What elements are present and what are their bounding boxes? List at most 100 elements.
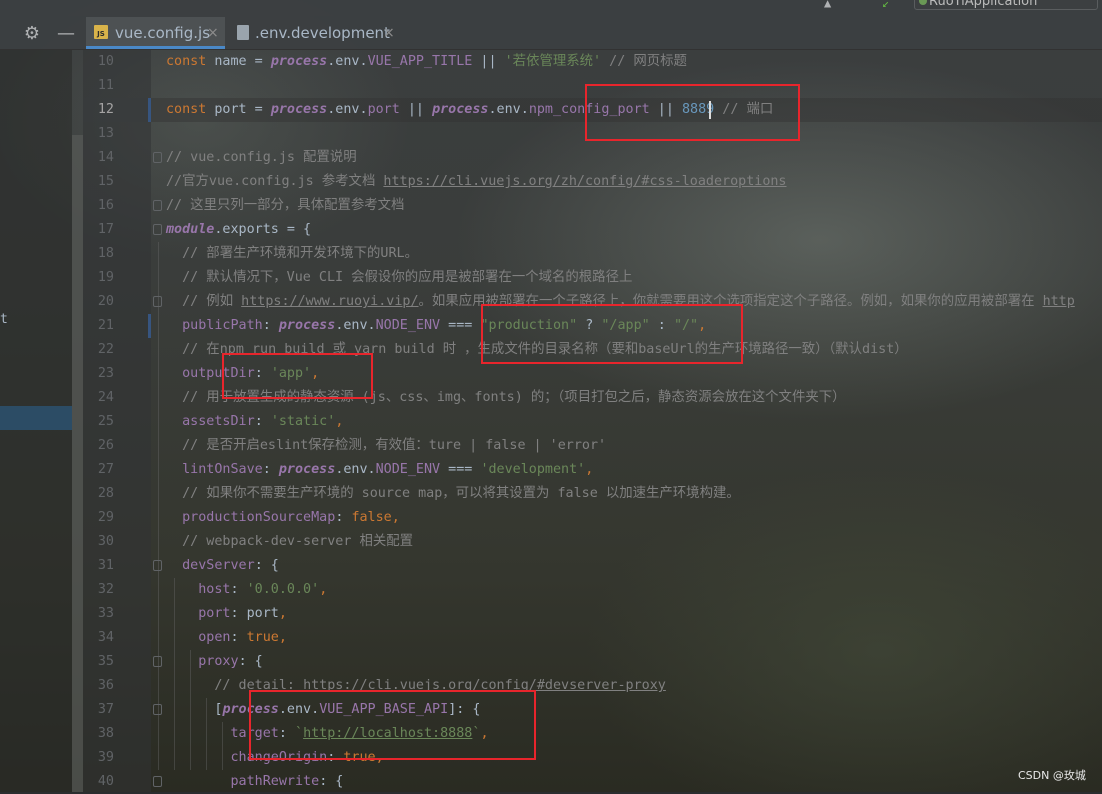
- line-number[interactable]: 25: [83, 410, 114, 434]
- code-line[interactable]: 18 // 部署生产环境和开发环境下的URL。: [83, 242, 1102, 266]
- line-number[interactable]: 38: [83, 722, 114, 746]
- tab-env-development[interactable]: .env.development ×: [227, 17, 399, 49]
- line-number[interactable]: 37: [83, 698, 114, 722]
- line-number[interactable]: 12: [83, 98, 114, 122]
- line-number[interactable]: 21: [83, 314, 114, 338]
- tab-vue-config-js[interactable]: JS vue.config.js ×: [86, 17, 225, 49]
- line-number[interactable]: 26: [83, 434, 114, 458]
- line-number[interactable]: 16: [83, 194, 114, 218]
- line-number[interactable]: 10: [83, 50, 114, 74]
- line-number[interactable]: 36: [83, 674, 114, 698]
- line-number[interactable]: 20: [83, 290, 114, 314]
- project-tree-scrollbar[interactable]: [72, 135, 83, 792]
- watermark-text: CSDN @玫城: [1018, 769, 1086, 782]
- code-line[interactable]: 32 host: '0.0.0.0',: [83, 578, 1102, 602]
- line-number[interactable]: 24: [83, 386, 114, 410]
- code-line[interactable]: 26 // 是否开启eslint保存检测，有效值：ture | false | …: [83, 434, 1102, 458]
- line-number[interactable]: 31: [83, 554, 114, 578]
- code-token: [: [166, 702, 223, 717]
- code-token: // 部署生产环境和开发环境下的URL。: [166, 246, 418, 261]
- vcs-update-icon[interactable]: ↙: [882, 0, 898, 10]
- line-number[interactable]: 17: [83, 218, 114, 242]
- line-number[interactable]: 27: [83, 458, 114, 482]
- highlight-box-output-dir: [222, 353, 373, 399]
- code-line[interactable]: 40 pathRewrite: {: [83, 770, 1102, 794]
- code-line[interactable]: 27 lintOnSave: process.env.NODE_ENV === …: [83, 458, 1102, 482]
- fold-toggle-icon[interactable]: [153, 152, 162, 163]
- line-number[interactable]: 34: [83, 626, 114, 650]
- code-token: // 是否开启eslint保存检测，有效值：ture | false | 'er…: [166, 438, 607, 453]
- code-text: //官方vue.config.js 参考文档 https://cli.vuejs…: [166, 170, 787, 194]
- fold-toggle-icon[interactable]: [153, 560, 162, 571]
- hide-panel-icon[interactable]: —: [56, 24, 76, 44]
- code-token: pathRewrite: [166, 774, 320, 789]
- code-line[interactable]: 16 // 这里只列一部分，具体配置参考文档: [83, 194, 1102, 218]
- code-line[interactable]: 30 // webpack-dev-server 相关配置: [83, 530, 1102, 554]
- code-text: // 这里只列一部分，具体配置参考文档: [166, 194, 404, 218]
- code-line[interactable]: 36 // detail: https://cli.vuejs.org/conf…: [83, 674, 1102, 698]
- settings-gear-icon[interactable]: ⚙: [22, 24, 42, 44]
- code-line[interactable]: 31 devServer: {: [83, 554, 1102, 578]
- line-number[interactable]: 29: [83, 506, 114, 530]
- code-token: ,: [335, 414, 344, 429]
- code-line[interactable]: 38 target: `http://localhost:8888`,: [83, 722, 1102, 746]
- line-number[interactable]: 11: [83, 74, 114, 98]
- code-line[interactable]: 33 port: port,: [83, 602, 1102, 626]
- code-line[interactable]: 35 proxy: {: [83, 650, 1102, 674]
- code-token: host: [166, 582, 231, 597]
- line-number[interactable]: 35: [83, 650, 114, 674]
- user-icon[interactable]: ▲: [824, 0, 840, 10]
- code-token: ||: [472, 54, 505, 69]
- fold-toggle-icon[interactable]: [153, 200, 162, 211]
- line-number[interactable]: 32: [83, 578, 114, 602]
- code-text: // 默认情况下，Vue CLI 会假设你的应用是被部署在一个域名的根路径上: [166, 266, 632, 290]
- code-line[interactable]: 34 open: true,: [83, 626, 1102, 650]
- code-token: ,: [319, 582, 328, 597]
- line-number[interactable]: 19: [83, 266, 114, 290]
- line-number[interactable]: 13: [83, 122, 114, 146]
- code-line[interactable]: 15 //官方vue.config.js 参考文档 https://cli.vue…: [83, 170, 1102, 194]
- run-configuration-selector[interactable]: RuoYiApplication: [914, 0, 1098, 10]
- code-token: https://cli.vuejs.org/zh/config/#css-loa…: [383, 174, 787, 189]
- line-number[interactable]: 30: [83, 530, 114, 554]
- line-number[interactable]: 18: [83, 242, 114, 266]
- code-line[interactable]: 39 changeOrigin: true,: [83, 746, 1102, 770]
- code-text: // 如果你不需要生产环境的 source map，可以将其设置为 false …: [166, 482, 740, 506]
- code-line[interactable]: 25 assetsDir: 'static',: [83, 410, 1102, 434]
- code-line[interactable]: 10 const name = process.env.VUE_APP_TITLE…: [83, 50, 1102, 74]
- code-token: http: [1042, 294, 1075, 309]
- fold-toggle-icon[interactable]: [153, 224, 162, 235]
- line-number[interactable]: 14: [83, 146, 114, 170]
- code-line[interactable]: 28 // 如果你不需要生产环境的 source map，可以将其设置为 fal…: [83, 482, 1102, 506]
- line-number[interactable]: 28: [83, 482, 114, 506]
- code-line[interactable]: 14 // vue.config.js 配置说明: [83, 146, 1102, 170]
- line-number[interactable]: 39: [83, 746, 114, 770]
- fold-toggle-icon[interactable]: [153, 296, 162, 307]
- code-token: port: [367, 102, 400, 117]
- code-token: NODE_ENV: [375, 462, 441, 477]
- close-tab-icon[interactable]: ×: [383, 17, 395, 49]
- project-tree-selected-row[interactable]: [0, 406, 72, 430]
- fold-toggle-icon[interactable]: [153, 656, 162, 667]
- line-number[interactable]: 22: [83, 338, 114, 362]
- code-token: ,: [391, 510, 400, 525]
- code-token: // 这里只列一部分，具体配置参考文档: [166, 198, 405, 213]
- code-line[interactable]: 17 module.exports = {: [83, 218, 1102, 242]
- line-number[interactable]: 33: [83, 602, 114, 626]
- line-number[interactable]: 15: [83, 170, 114, 194]
- code-token: ,: [278, 606, 287, 621]
- code-token: ===: [440, 462, 481, 477]
- code-token: :: [230, 630, 247, 645]
- code-line[interactable]: 29 productionSourceMap: false,: [83, 506, 1102, 530]
- code-line[interactable]: 37 [process.env.VUE_APP_BASE_API]: {: [83, 698, 1102, 722]
- code-token: // vue.config.js 配置说明: [166, 150, 357, 165]
- line-number[interactable]: 23: [83, 362, 114, 386]
- code-token: .env.: [335, 318, 376, 333]
- fold-toggle-icon[interactable]: [153, 776, 162, 787]
- line-number[interactable]: 40: [83, 770, 114, 794]
- fold-toggle-icon[interactable]: [153, 704, 162, 715]
- code-token: :: [335, 510, 352, 525]
- close-tab-icon[interactable]: ×: [207, 17, 219, 49]
- code-text: productionSourceMap: false,: [166, 506, 400, 530]
- code-line[interactable]: 19 // 默认情况下，Vue CLI 会假设你的应用是被部署在一个域名的根路径…: [83, 266, 1102, 290]
